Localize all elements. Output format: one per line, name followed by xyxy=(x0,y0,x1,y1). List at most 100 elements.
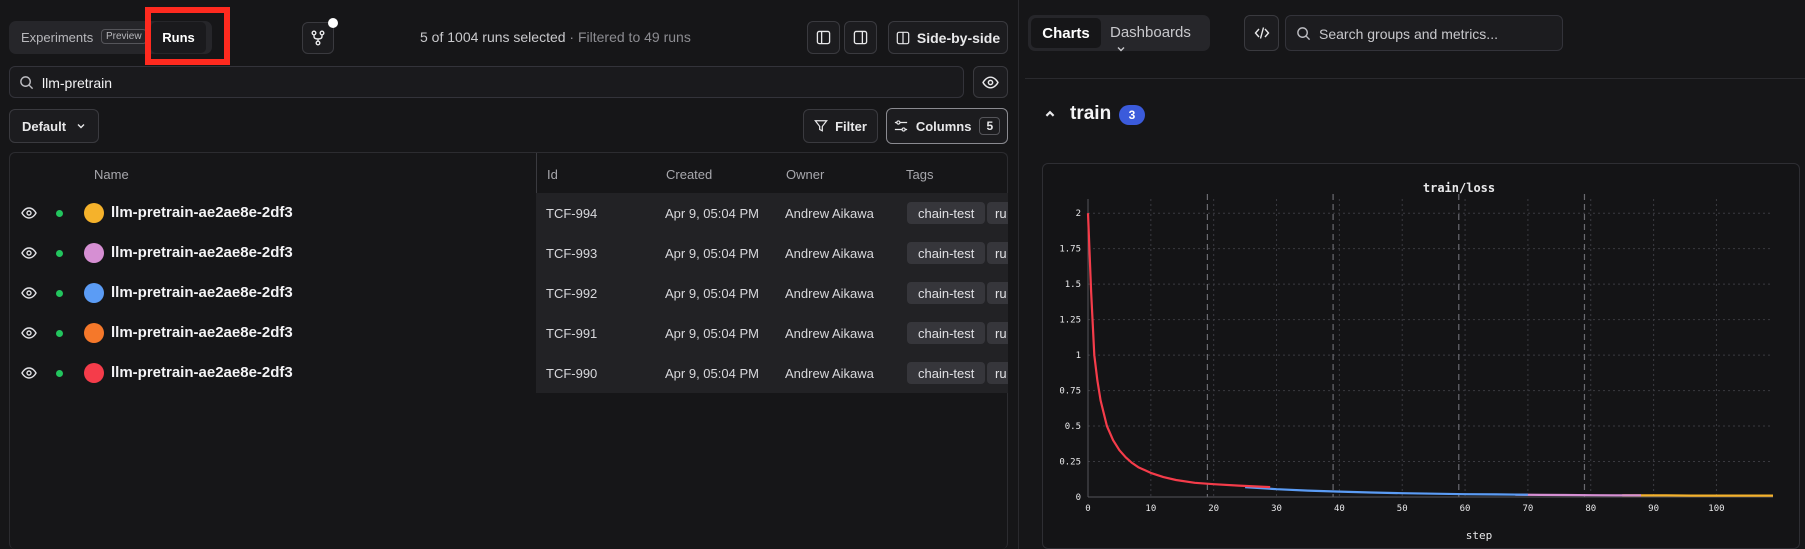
chart-xlabel: step xyxy=(1466,529,1493,542)
visibility-toggle-button[interactable] xyxy=(973,66,1008,98)
run-tag[interactable]: chain-test xyxy=(907,202,986,224)
view-select[interactable]: Default xyxy=(9,109,99,143)
column-header-owner[interactable]: Owner xyxy=(786,167,824,182)
tab-dashboards[interactable]: Dashboards xyxy=(1110,24,1210,58)
filtered-count: · Filtered to 49 runs xyxy=(565,29,691,45)
row-visibility-eye-icon[interactable] xyxy=(21,205,37,221)
y-tick-label: 1.5 xyxy=(1065,280,1081,290)
run-created: Apr 9, 05:04 PM xyxy=(665,206,759,221)
run-color-swatch[interactable] xyxy=(84,283,104,303)
runs-search-input[interactable]: llm-pretrain xyxy=(9,66,964,98)
run-color-swatch[interactable] xyxy=(84,203,104,223)
group-header[interactable]: train 3 xyxy=(1025,78,1805,146)
column-divider xyxy=(536,153,537,194)
run-created: Apr 9, 05:04 PM xyxy=(665,246,759,261)
status-dot xyxy=(56,210,63,217)
x-tick-label: 30 xyxy=(1271,504,1282,514)
y-tick-label: 1.25 xyxy=(1059,316,1081,326)
x-tick-label: 0 xyxy=(1085,504,1090,514)
toggle-left-panel-button[interactable] xyxy=(807,21,840,54)
view-select-label: Default xyxy=(21,118,67,134)
row-visibility-eye-icon[interactable] xyxy=(21,365,37,381)
filter-icon xyxy=(814,120,829,132)
metric-search-input[interactable]: Search groups and metrics... xyxy=(1285,15,1563,51)
panel-right-icon xyxy=(853,30,868,45)
y-tick-label: 2 xyxy=(1076,209,1081,219)
selection-status: 5 of 1004 runs selected · Filtered to 49… xyxy=(420,29,691,45)
chevron-down-icon xyxy=(77,124,85,129)
code-view-button[interactable] xyxy=(1244,15,1279,51)
table-edge xyxy=(1008,150,1018,400)
x-tick-label: 70 xyxy=(1522,504,1533,514)
x-tick-label: 100 xyxy=(1708,504,1724,514)
run-name[interactable]: llm-pretrain-ae2ae8e-2df3 xyxy=(111,204,293,221)
x-tick-label: 50 xyxy=(1397,504,1408,514)
run-name[interactable]: llm-pretrain-ae2ae8e-2df3 xyxy=(111,324,293,341)
row-visibility-eye-icon[interactable] xyxy=(21,285,37,301)
run-id: TCF-992 xyxy=(546,286,598,301)
run-owner: Andrew Aikawa xyxy=(785,286,874,301)
run-created: Apr 9, 05:04 PM xyxy=(665,326,759,341)
toggle-right-panel-button[interactable] xyxy=(844,21,877,54)
code-icon xyxy=(1254,27,1269,39)
x-tick-label: 10 xyxy=(1145,504,1156,514)
run-name[interactable]: llm-pretrain-ae2ae8e-2df3 xyxy=(111,244,293,261)
run-graph-button[interactable] xyxy=(302,18,338,54)
x-tick-label: 80 xyxy=(1585,504,1596,514)
run-id: TCF-994 xyxy=(546,206,598,221)
series-line-2 xyxy=(1245,486,1528,496)
column-header-created[interactable]: Created xyxy=(666,167,712,182)
run-name[interactable]: llm-pretrain-ae2ae8e-2df3 xyxy=(111,364,293,381)
run-tag[interactable]: chain-test xyxy=(907,322,986,344)
columns-label: Columns xyxy=(915,118,972,134)
filter-button[interactable]: Filter xyxy=(803,109,878,143)
run-owner: Andrew Aikawa xyxy=(785,326,874,341)
experiments-tab[interactable]: Experiments xyxy=(21,30,93,45)
chart-card[interactable]: train/loss step 0 0.25 0.5 0.75 1 1.25 1.5 1.75… xyxy=(1042,163,1800,549)
columns-layout-icon xyxy=(896,31,910,44)
run-id: TCF-991 xyxy=(546,326,598,341)
status-dot xyxy=(56,290,63,297)
run-tag[interactable]: chain-test xyxy=(907,362,986,384)
run-owner: Andrew Aikawa xyxy=(785,206,874,221)
x-tick-label: 40 xyxy=(1334,504,1345,514)
y-tick-label: 0.25 xyxy=(1059,458,1081,468)
panel-left-icon xyxy=(816,30,831,45)
columns-button[interactable]: Columns 5 xyxy=(886,108,1008,144)
run-color-swatch[interactable] xyxy=(84,323,104,343)
x-tick-label: 20 xyxy=(1208,504,1219,514)
chevron-down-icon xyxy=(1117,47,1125,52)
column-header-id[interactable]: Id xyxy=(547,167,558,182)
run-color-swatch[interactable] xyxy=(84,363,104,383)
y-tick-label: 1 xyxy=(1076,351,1081,361)
run-tag[interactable]: chain-test xyxy=(907,282,986,304)
columns-count-badge: 5 xyxy=(979,117,1001,135)
sliders-icon xyxy=(894,120,907,132)
side-by-side-button[interactable]: Side-by-side xyxy=(888,21,1008,54)
x-tick-label: 60 xyxy=(1460,504,1471,514)
run-created: Apr 9, 05:04 PM xyxy=(665,366,759,381)
filter-label: Filter xyxy=(835,118,867,134)
column-header-name[interactable]: Name xyxy=(94,167,129,182)
row-visibility-eye-icon[interactable] xyxy=(21,325,37,341)
notification-dot-icon xyxy=(328,18,338,28)
group-count-badge: 3 xyxy=(1119,105,1145,125)
y-tick-label: 0.5 xyxy=(1065,422,1081,432)
run-tag[interactable]: chain-test xyxy=(907,242,986,264)
tab-charts[interactable]: Charts xyxy=(1031,18,1101,48)
x-tick-label: 90 xyxy=(1648,504,1659,514)
run-color-swatch[interactable] xyxy=(84,243,104,263)
row-visibility-eye-icon[interactable] xyxy=(21,245,37,261)
tab-dashboards-label: Dashboards xyxy=(1110,24,1191,41)
table-header: Name Id Created Owner Tags xyxy=(10,153,1007,194)
train-loss-chart: train/loss step 0 0.25 0.5 0.75 1 1.25 1.5 1.75… xyxy=(1059,181,1773,542)
status-dot xyxy=(56,250,63,257)
run-name[interactable]: llm-pretrain-ae2ae8e-2df3 xyxy=(111,284,293,301)
status-dot xyxy=(56,330,63,337)
metric-search-placeholder: Search groups and metrics... xyxy=(1319,26,1498,42)
status-dot xyxy=(56,370,63,377)
highlight-box xyxy=(145,7,230,65)
selected-count: 5 of 1004 runs selected xyxy=(420,29,566,45)
column-header-tags[interactable]: Tags xyxy=(906,167,933,182)
branch-icon xyxy=(311,30,325,46)
